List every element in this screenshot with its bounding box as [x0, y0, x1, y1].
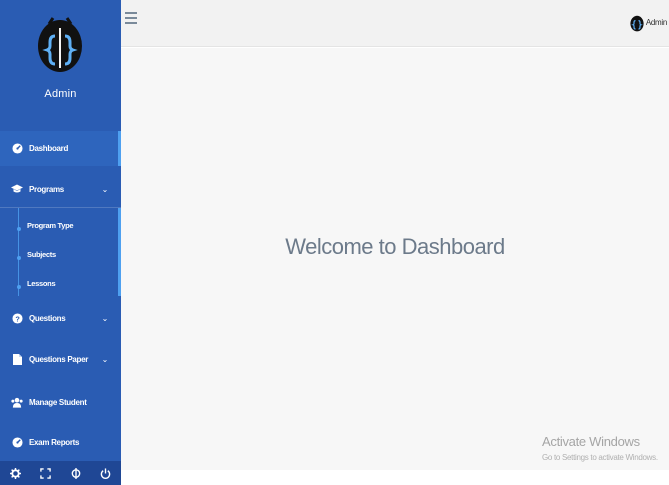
- sidebar-profile: Admin: [0, 0, 121, 118]
- page-footer: [121, 470, 669, 485]
- sidebar-item-questions[interactable]: ? Questions ⌄: [0, 302, 121, 334]
- sidebar-item-label: Exam Reports: [29, 437, 80, 447]
- sidebar-item-label: Questions: [29, 313, 66, 323]
- sidebar-subitem-label: Subjects: [27, 250, 56, 259]
- chevron-down-icon: ⌄: [101, 184, 109, 194]
- sidebar: Admin Dashboard Programs ⌄ Program Type …: [0, 0, 121, 485]
- watermark-subtitle: Go to Settings to activate Windows.: [542, 453, 658, 462]
- graduation-cap-icon: [11, 183, 23, 195]
- question-circle-icon: ?: [11, 312, 23, 324]
- sidebar-item-lessons[interactable]: Lessons: [0, 279, 121, 295]
- sidebar-item-label: Dashboard: [29, 144, 69, 153]
- sidebar-footer-toolbar: [0, 461, 121, 485]
- chevron-down-icon: ⌄: [101, 313, 109, 323]
- users-icon: [11, 396, 23, 408]
- page-title: Welcome to Dashboard: [285, 234, 505, 259]
- main-content: Welcome to Dashboard Activate Windows Go…: [121, 48, 669, 470]
- sidebar-user-name: Admin: [44, 88, 77, 100]
- sidebar-item-manage-student[interactable]: Manage Student: [0, 386, 121, 418]
- sidebar-item-label: Questions Paper: [29, 354, 89, 364]
- top-navbar: Admin: [121, 0, 669, 47]
- app-window: Admin Dashboard Programs ⌄ Program Type …: [0, 0, 669, 485]
- sidebar-item-exam-reports[interactable]: Exam Reports: [0, 426, 121, 458]
- sidebar-item-program-type[interactable]: Program Type: [0, 221, 121, 237]
- bullet-icon: [17, 227, 21, 231]
- lock-icon[interactable]: [71, 467, 81, 479]
- fullscreen-icon[interactable]: [40, 467, 52, 479]
- settings-icon[interactable]: [9, 467, 21, 479]
- sidebar-subitem-label: Program Type: [27, 221, 74, 230]
- document-icon: [11, 353, 23, 365]
- topbar-user-name[interactable]: Admin: [646, 18, 667, 27]
- sidebar-item-programs[interactable]: Programs ⌄: [0, 173, 121, 205]
- dashboard-icon: [11, 143, 23, 155]
- bullet-icon: [17, 285, 21, 289]
- app-logo-icon: [38, 17, 82, 72]
- sidebar-item-label: Manage Student: [29, 397, 87, 407]
- bullet-icon: [17, 256, 21, 260]
- power-icon[interactable]: [100, 467, 111, 479]
- sidebar-subitem-label: Lessons: [27, 279, 56, 288]
- watermark-title: Activate Windows: [542, 434, 640, 449]
- avatar[interactable]: [629, 14, 645, 32]
- sidebar-item-label: Programs: [29, 184, 64, 194]
- chevron-down-icon: ⌄: [101, 354, 109, 364]
- dashboard-icon: [11, 436, 23, 448]
- sidebar-item-dashboard[interactable]: Dashboard: [0, 131, 121, 166]
- sidebar-item-subjects[interactable]: Subjects: [0, 250, 121, 266]
- sidebar-item-questions-paper[interactable]: Questions Paper ⌄: [0, 343, 121, 375]
- menu-toggle-icon[interactable]: [125, 12, 137, 24]
